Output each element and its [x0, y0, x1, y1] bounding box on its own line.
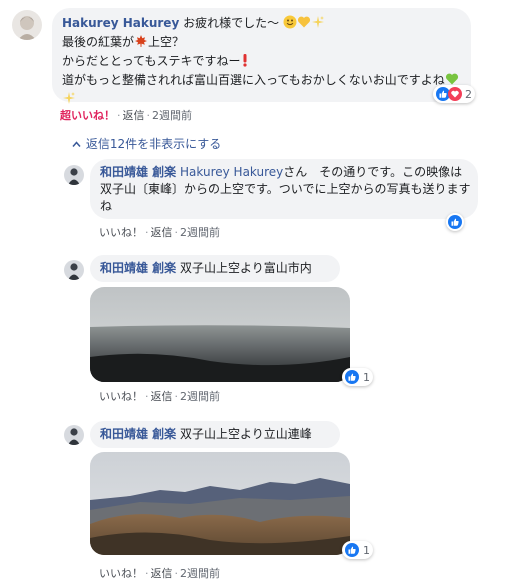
- maple-leaf-emoji-icon: [134, 34, 148, 53]
- like-button[interactable]: いいね！: [99, 390, 143, 403]
- comment-line-4: 道がもっと整備されれば富山百選に入ってもおかしくないお山ですよね: [62, 72, 462, 110]
- reply-author[interactable]: 和田靖雄 創楽: [100, 165, 176, 179]
- like-reaction-icon: [448, 215, 462, 229]
- chevron-up-icon: [72, 137, 82, 151]
- reaction-count: 2: [465, 87, 472, 101]
- avatar-wada[interactable]: [64, 165, 84, 185]
- reply-text: 双子山上空より立山連峰: [180, 427, 312, 441]
- reply-reactions[interactable]: [446, 213, 464, 231]
- comment-text-line-2b: 上空？: [148, 35, 185, 49]
- hide-replies-label: 返信12件を非表示にする: [85, 137, 222, 151]
- reply-button[interactable]: 返信: [151, 567, 173, 580]
- reply-button[interactable]: 返信: [151, 390, 173, 403]
- reply-mention[interactable]: Hakurey Hakurey: [180, 165, 283, 179]
- comment-actions: 超いいね！ · 返信 · 2週間前: [60, 109, 192, 122]
- comment-line-1: Hakurey Hakurey お疲れ様でした～: [62, 15, 462, 34]
- reply-button[interactable]: 返信: [151, 226, 173, 239]
- super-like-button[interactable]: 超いいね！: [60, 109, 115, 122]
- reply-actions: いいね！ · 返信 · 2週間前: [99, 567, 220, 580]
- reply-bubble: 和田靖雄 創楽 双子山上空より富山市内: [90, 255, 340, 282]
- avatar-hakurey[interactable]: [12, 10, 42, 40]
- timestamp[interactable]: 2週間前: [180, 390, 220, 403]
- reply-bubble: 和田靖雄 創楽 双子山上空より立山連峰: [90, 421, 340, 448]
- reply-actions: いいね！ · 返信 · 2週間前: [99, 226, 220, 239]
- reply-actions: いいね！ · 返信 · 2週間前: [99, 390, 220, 403]
- exclamation-emoji-icon: [240, 53, 250, 72]
- timestamp[interactable]: 2週間前: [180, 226, 220, 239]
- timestamp[interactable]: 2週間前: [152, 109, 192, 122]
- reaction-count: 1: [363, 370, 370, 384]
- sparkles-emoji-icon: [311, 15, 325, 34]
- like-reaction-icon: [345, 543, 359, 557]
- comment-text-line-4: 道がもっと整備されれば富山百選に入ってもおかしくないお山ですよね: [62, 73, 445, 87]
- like-button[interactable]: いいね！: [99, 567, 143, 580]
- comment-body: Hakurey Hakurey お疲れ様でした～ 最後の紅葉が 上空？ からだと…: [62, 15, 462, 110]
- photo-reactions[interactable]: 1: [342, 541, 373, 559]
- comment-text-line-3: からだととってもステキですねー: [62, 54, 241, 68]
- yellow-heart-emoji-icon: [297, 15, 311, 34]
- photo-toyama-city[interactable]: [90, 287, 350, 382]
- reply-author[interactable]: 和田靖雄 創楽: [100, 427, 176, 441]
- avatar-wada[interactable]: [64, 425, 84, 445]
- like-reaction-icon: [345, 370, 359, 384]
- reply-author[interactable]: 和田靖雄 創楽: [100, 261, 176, 275]
- reaction-count: 1: [363, 543, 370, 557]
- love-reaction-icon: [448, 87, 462, 101]
- comment-bubble: Hakurey Hakurey お疲れ様でした～ 最後の紅葉が 上空？ からだと…: [52, 8, 471, 104]
- comment-text-line-1: お疲れ様でした～: [183, 16, 280, 30]
- comment-line-3: からだととってもステキですねー: [62, 53, 462, 72]
- reply-body: 和田靖雄 創楽 双子山上空より富山市内: [100, 260, 312, 277]
- comment-reactions[interactable]: 2: [433, 85, 475, 103]
- smile-emoji-icon: [283, 15, 297, 34]
- photo-reactions[interactable]: 1: [342, 368, 373, 386]
- avatar-wada[interactable]: [64, 260, 84, 280]
- like-button[interactable]: いいね！: [99, 226, 143, 239]
- comment-author[interactable]: Hakurey Hakurey: [62, 16, 179, 30]
- comment-text-line-2a: 最後の紅葉が: [62, 35, 135, 49]
- photo-tateyama-range[interactable]: [90, 452, 350, 555]
- reply-text: 双子山上空より富山市内: [180, 261, 312, 275]
- timestamp[interactable]: 2週間前: [180, 567, 220, 580]
- hide-replies-link[interactable]: 返信12件を非表示にする: [72, 135, 221, 152]
- reply-bubble: 和田靖雄 創楽 Hakurey Hakureyさん その通りです。この映像は双子…: [90, 159, 478, 219]
- reply-body: 和田靖雄 創楽 双子山上空より立山連峰: [100, 426, 312, 443]
- reply-body: 和田靖雄 創楽 Hakurey Hakureyさん その通りです。この映像は双子…: [100, 164, 472, 215]
- comment-line-2: 最後の紅葉が 上空？: [62, 34, 462, 53]
- reply-button[interactable]: 返信: [123, 109, 145, 122]
